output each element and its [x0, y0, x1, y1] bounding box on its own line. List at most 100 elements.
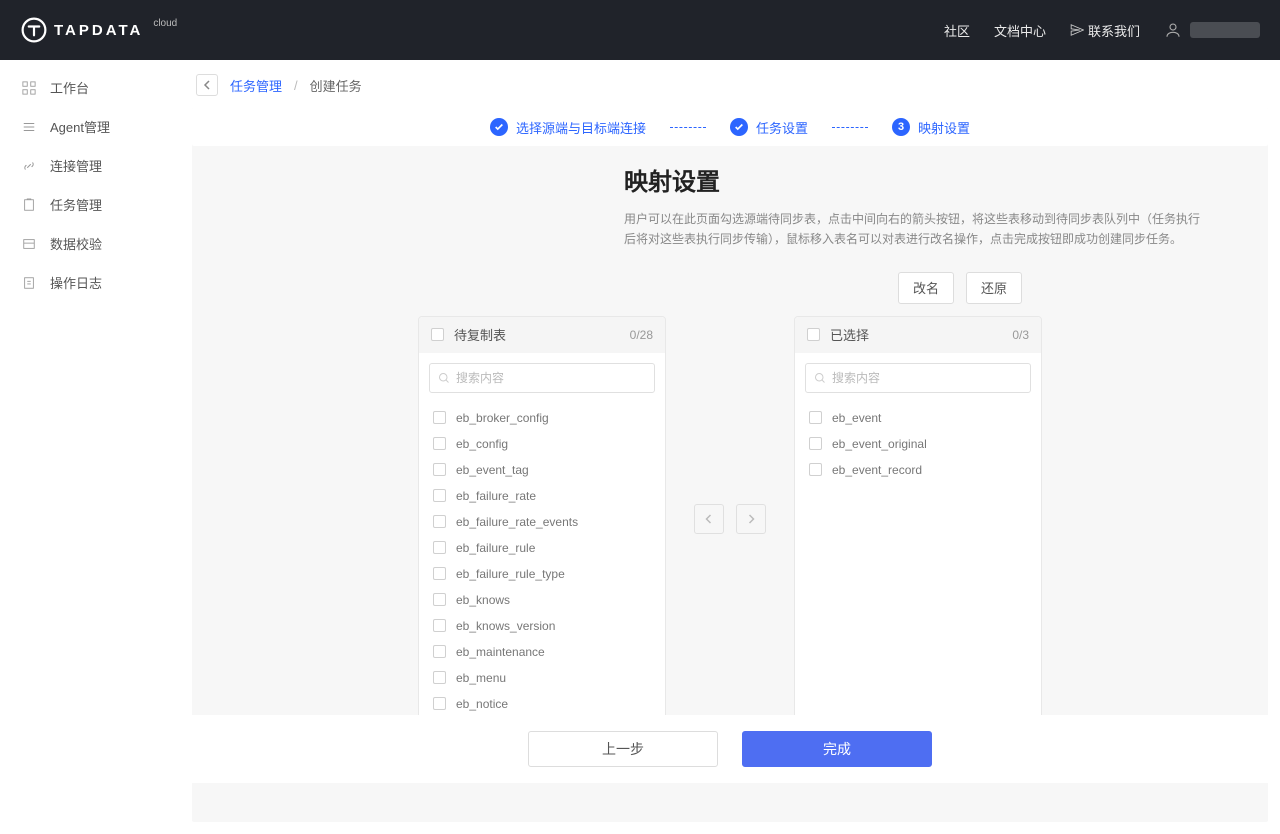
item-checkbox[interactable] — [433, 593, 446, 606]
list-item[interactable]: eb_knows_version — [419, 613, 665, 639]
move-right-button[interactable] — [736, 504, 766, 534]
step-2[interactable]: 任务设置 — [730, 118, 808, 137]
step-connector — [832, 127, 868, 128]
nav-docs[interactable]: 文档中心 — [994, 21, 1046, 40]
item-checkbox[interactable] — [433, 489, 446, 502]
item-checkbox[interactable] — [809, 437, 822, 450]
target-list[interactable]: eb_event eb_event_original eb_event_record — [795, 403, 1041, 721]
nav-contact[interactable]: 联系我们 — [1070, 21, 1140, 40]
source-panel-title: 待复制表 — [454, 325, 620, 344]
step-3[interactable]: 3 映射设置 — [892, 118, 970, 137]
rename-button[interactable]: 改名 — [898, 272, 954, 304]
footer-bar: 上一步 完成 — [192, 715, 1268, 783]
item-label: eb_event_record — [832, 463, 922, 477]
actions-bar: 改名 还原 — [438, 250, 1022, 316]
step-connector — [670, 127, 706, 128]
sidebar-item-task[interactable]: 任务管理 — [0, 185, 180, 224]
item-checkbox[interactable] — [433, 567, 446, 580]
user-menu[interactable] — [1164, 21, 1260, 39]
brand-suffix: cloud — [153, 18, 177, 29]
list-item[interactable]: eb_maintenance — [419, 639, 665, 665]
sidebar-item-workspace[interactable]: 工作台 — [0, 68, 180, 107]
list-item[interactable]: eb_event_record — [795, 457, 1041, 483]
transfer-widget: 待复制表 0/28 eb_broker_config eb_config eb_ev… — [192, 316, 1268, 722]
item-label: eb_failure_rule — [456, 541, 535, 555]
verify-icon — [22, 237, 36, 251]
target-panel: 已选择 0/3 eb_eventeb_event_originaleb_even… — [794, 316, 1042, 722]
target-panel-title: 已选择 — [830, 325, 1002, 344]
select-all-checkbox[interactable] — [807, 328, 820, 341]
target-panel-header: 已选择 0/3 — [795, 317, 1041, 353]
source-panel: 待复制表 0/28 eb_broker_config eb_config eb_ev… — [418, 316, 666, 722]
target-panel-count: 0/3 — [1012, 328, 1029, 342]
item-checkbox[interactable] — [433, 645, 446, 658]
source-search-input[interactable] — [456, 371, 646, 385]
item-checkbox[interactable] — [809, 411, 822, 424]
list-item[interactable]: eb_notice — [419, 691, 665, 717]
sidebar: 工作台 Agent管理 连接管理 任务管理 数据校验 操作日志 — [0, 60, 180, 795]
app-header: TAPDATA cloud 社区 文档中心 联系我们 — [0, 0, 1280, 60]
list-item[interactable]: eb_event_tag — [419, 457, 665, 483]
source-panel-header: 待复制表 0/28 — [419, 317, 665, 353]
sidebar-item-label: 操作日志 — [50, 273, 102, 292]
back-button[interactable] — [196, 74, 218, 96]
item-checkbox[interactable] — [433, 619, 446, 632]
step-1[interactable]: 选择源端与目标端连接 — [490, 118, 646, 137]
nav-community[interactable]: 社区 — [944, 21, 970, 40]
sidebar-item-connection[interactable]: 连接管理 — [0, 146, 180, 185]
item-checkbox[interactable] — [433, 515, 446, 528]
link-icon — [22, 159, 36, 173]
breadcrumb-parent[interactable]: 任务管理 — [230, 76, 282, 95]
done-button[interactable]: 完成 — [742, 731, 932, 767]
agent-icon — [22, 120, 36, 134]
list-item[interactable]: eb_failure_rate — [419, 483, 665, 509]
list-item[interactable]: eb_menu — [419, 665, 665, 691]
item-checkbox[interactable] — [433, 411, 446, 424]
restore-button[interactable]: 还原 — [966, 272, 1022, 304]
list-item[interactable]: eb_broker_config — [419, 405, 665, 431]
list-item[interactable]: eb_event — [795, 405, 1041, 431]
sidebar-item-log[interactable]: 操作日志 — [0, 263, 180, 302]
search-icon — [438, 372, 450, 384]
item-checkbox[interactable] — [433, 437, 446, 450]
send-icon — [1070, 23, 1084, 37]
item-label: eb_broker_config — [456, 411, 549, 425]
list-item[interactable]: eb_failure_rule_type — [419, 561, 665, 587]
prev-button[interactable]: 上一步 — [528, 731, 718, 767]
source-search-box[interactable] — [429, 363, 655, 393]
item-label: eb_event_tag — [456, 463, 529, 477]
task-icon — [22, 198, 36, 212]
brand[interactable]: TAPDATA cloud — [20, 16, 173, 44]
list-item[interactable]: eb_failure_rate_events — [419, 509, 665, 535]
list-item[interactable]: eb_event_original — [795, 431, 1041, 457]
item-checkbox[interactable] — [433, 463, 446, 476]
item-checkbox[interactable] — [433, 697, 446, 710]
source-list[interactable]: eb_broker_config eb_config eb_event_tag eb_… — [419, 403, 665, 721]
user-name-placeholder — [1190, 22, 1260, 38]
sidebar-item-label: 任务管理 — [50, 195, 102, 214]
header-nav: 社区 文档中心 联系我们 — [944, 21, 1260, 40]
steps-bar: 选择源端与目标端连接 任务设置 3 映射设置 — [192, 108, 1268, 146]
chevron-left-icon — [704, 514, 714, 524]
item-checkbox[interactable] — [809, 463, 822, 476]
target-search-box[interactable] — [805, 363, 1031, 393]
move-left-button[interactable] — [694, 504, 724, 534]
list-item[interactable]: eb_knows — [419, 587, 665, 613]
check-circle-icon — [490, 118, 508, 136]
sidebar-item-agent[interactable]: Agent管理 — [0, 107, 180, 146]
sidebar-item-label: 工作台 — [50, 78, 89, 97]
chevron-left-icon — [203, 80, 211, 90]
list-item[interactable]: eb_failure_rule — [419, 535, 665, 561]
select-all-checkbox[interactable] — [431, 328, 444, 341]
main-content: 任务管理 / 创建任务 选择源端与目标端连接 任务设置 3 映射设置 — [180, 60, 1280, 795]
list-item[interactable]: eb_config — [419, 431, 665, 457]
item-checkbox[interactable] — [433, 541, 446, 554]
chevron-right-icon — [746, 514, 756, 524]
item-label: eb_failure_rate_events — [456, 515, 578, 529]
target-search-input[interactable] — [832, 371, 1022, 385]
item-label: eb_knows_version — [456, 619, 555, 633]
item-checkbox[interactable] — [433, 671, 446, 684]
item-label: eb_event — [832, 411, 881, 425]
search-icon — [814, 372, 826, 384]
sidebar-item-verify[interactable]: 数据校验 — [0, 224, 180, 263]
